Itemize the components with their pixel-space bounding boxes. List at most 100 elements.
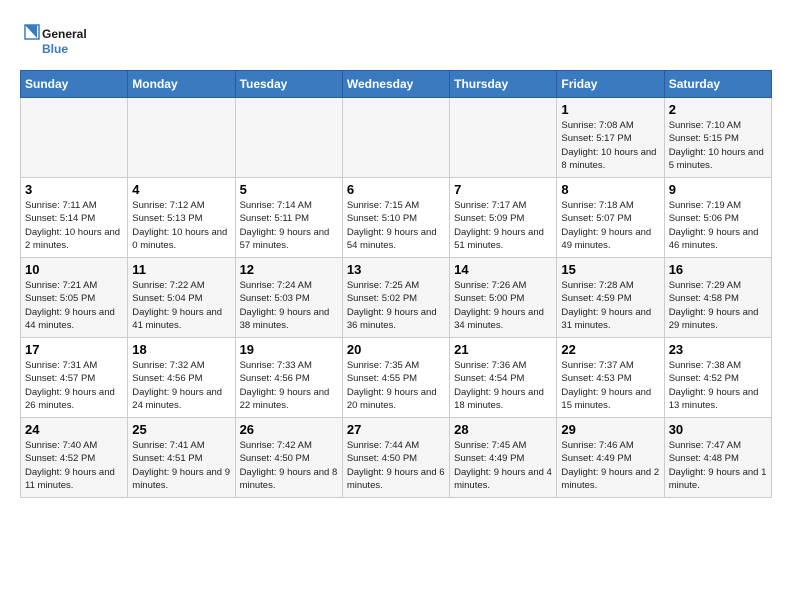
day-info: Sunrise: 7:31 AM Sunset: 4:57 PM Dayligh… — [25, 359, 123, 412]
svg-text:General: General — [42, 27, 87, 41]
day-number: 14 — [454, 262, 552, 277]
day-info: Sunrise: 7:42 AM Sunset: 4:50 PM Dayligh… — [240, 439, 338, 492]
calendar-cell: 26 Sunrise: 7:42 AM Sunset: 4:50 PM Dayli… — [235, 418, 342, 498]
day-number: 2 — [669, 102, 767, 117]
day-info: Sunrise: 7:46 AM Sunset: 4:49 PM Dayligh… — [561, 439, 659, 492]
day-info: Sunrise: 7:17 AM Sunset: 5:09 PM Dayligh… — [454, 199, 552, 252]
day-number: 23 — [669, 342, 767, 357]
logo-svg: General Blue — [20, 20, 100, 60]
day-of-week-header: Tuesday — [235, 71, 342, 98]
day-info: Sunrise: 7:47 AM Sunset: 4:48 PM Dayligh… — [669, 439, 767, 492]
calendar-header-row: SundayMondayTuesdayWednesdayThursdayFrid… — [21, 71, 772, 98]
calendar-cell: 30 Sunrise: 7:47 AM Sunset: 4:48 PM Dayli… — [664, 418, 771, 498]
calendar-cell: 29 Sunrise: 7:46 AM Sunset: 4:49 PM Dayli… — [557, 418, 664, 498]
calendar-cell: 23 Sunrise: 7:38 AM Sunset: 4:52 PM Dayli… — [664, 338, 771, 418]
calendar-cell: 12 Sunrise: 7:24 AM Sunset: 5:03 PM Dayli… — [235, 258, 342, 338]
day-number: 8 — [561, 182, 659, 197]
calendar-cell — [450, 98, 557, 178]
calendar-cell: 16 Sunrise: 7:29 AM Sunset: 4:58 PM Dayli… — [664, 258, 771, 338]
calendar-cell: 13Sunrise: 7:25 AM Sunset: 5:02 PM Dayli… — [342, 258, 449, 338]
day-info: Sunrise: 7:36 AM Sunset: 4:54 PM Dayligh… — [454, 359, 552, 412]
day-of-week-header: Wednesday — [342, 71, 449, 98]
logo: General Blue — [20, 20, 100, 60]
calendar-cell — [235, 98, 342, 178]
calendar-cell — [128, 98, 235, 178]
day-info: Sunrise: 7:24 AM Sunset: 5:03 PM Dayligh… — [240, 279, 338, 332]
calendar-cell: 1 Sunrise: 7:08 AM Sunset: 5:17 PM Daylig… — [557, 98, 664, 178]
calendar-cell: 21 Sunrise: 7:36 AM Sunset: 4:54 PM Dayli… — [450, 338, 557, 418]
day-number: 12 — [240, 262, 338, 277]
day-info: Sunrise: 7:35 AM Sunset: 4:55 PM Dayligh… — [347, 359, 445, 412]
day-info: Sunrise: 7:22 AM Sunset: 5:04 PM Dayligh… — [132, 279, 230, 332]
day-number: 25 — [132, 422, 230, 437]
day-info: Sunrise: 7:40 AM Sunset: 4:52 PM Dayligh… — [25, 439, 123, 492]
calendar-cell: 3 Sunrise: 7:11 AM Sunset: 5:14 PM Daylig… — [21, 178, 128, 258]
day-number: 3 — [25, 182, 123, 197]
day-info: Sunrise: 7:11 AM Sunset: 5:14 PM Dayligh… — [25, 199, 123, 252]
calendar-cell: 7Sunrise: 7:17 AM Sunset: 5:09 PM Daylig… — [450, 178, 557, 258]
day-info: Sunrise: 7:44 AM Sunset: 4:50 PM Dayligh… — [347, 439, 445, 492]
day-number: 22 — [561, 342, 659, 357]
calendar-cell: 24Sunrise: 7:40 AM Sunset: 4:52 PM Dayli… — [21, 418, 128, 498]
day-info: Sunrise: 7:37 AM Sunset: 4:53 PM Dayligh… — [561, 359, 659, 412]
calendar-cell: 9 Sunrise: 7:19 AM Sunset: 5:06 PM Daylig… — [664, 178, 771, 258]
calendar-cell: 28Sunrise: 7:45 AM Sunset: 4:49 PM Dayli… — [450, 418, 557, 498]
calendar-cell: 20 Sunrise: 7:35 AM Sunset: 4:55 PM Dayli… — [342, 338, 449, 418]
day-number: 5 — [240, 182, 338, 197]
calendar-cell: 25 Sunrise: 7:41 AM Sunset: 4:51 PM Dayli… — [128, 418, 235, 498]
day-number: 28 — [454, 422, 552, 437]
day-info: Sunrise: 7:10 AM Sunset: 5:15 PM Dayligh… — [669, 119, 767, 172]
calendar-cell — [342, 98, 449, 178]
day-info: Sunrise: 7:41 AM Sunset: 4:51 PM Dayligh… — [132, 439, 230, 492]
calendar-cell: 2 Sunrise: 7:10 AM Sunset: 5:15 PM Daylig… — [664, 98, 771, 178]
calendar-cell: 11Sunrise: 7:22 AM Sunset: 5:04 PM Dayli… — [128, 258, 235, 338]
day-info: Sunrise: 7:14 AM Sunset: 5:11 PM Dayligh… — [240, 199, 338, 252]
day-of-week-header: Sunday — [21, 71, 128, 98]
day-info: Sunrise: 7:21 AM Sunset: 5:05 PM Dayligh… — [25, 279, 123, 332]
calendar-cell: 19Sunrise: 7:33 AM Sunset: 4:56 PM Dayli… — [235, 338, 342, 418]
day-number: 16 — [669, 262, 767, 277]
day-info: Sunrise: 7:08 AM Sunset: 5:17 PM Dayligh… — [561, 119, 659, 172]
calendar-week-row: 3 Sunrise: 7:11 AM Sunset: 5:14 PM Daylig… — [21, 178, 772, 258]
day-number: 6 — [347, 182, 445, 197]
day-of-week-header: Friday — [557, 71, 664, 98]
day-info: Sunrise: 7:15 AM Sunset: 5:10 PM Dayligh… — [347, 199, 445, 252]
calendar-cell: 17 Sunrise: 7:31 AM Sunset: 4:57 PM Dayli… — [21, 338, 128, 418]
day-number: 19 — [240, 342, 338, 357]
calendar-cell: 4 Sunrise: 7:12 AM Sunset: 5:13 PM Daylig… — [128, 178, 235, 258]
day-number: 4 — [132, 182, 230, 197]
day-of-week-header: Saturday — [664, 71, 771, 98]
day-info: Sunrise: 7:38 AM Sunset: 4:52 PM Dayligh… — [669, 359, 767, 412]
calendar-week-row: 1 Sunrise: 7:08 AM Sunset: 5:17 PM Daylig… — [21, 98, 772, 178]
day-number: 9 — [669, 182, 767, 197]
svg-text:Blue: Blue — [42, 42, 68, 56]
day-number: 17 — [25, 342, 123, 357]
day-number: 29 — [561, 422, 659, 437]
calendar-cell — [21, 98, 128, 178]
calendar-cell: 8 Sunrise: 7:18 AM Sunset: 5:07 PM Daylig… — [557, 178, 664, 258]
day-number: 21 — [454, 342, 552, 357]
day-info: Sunrise: 7:12 AM Sunset: 5:13 PM Dayligh… — [132, 199, 230, 252]
day-info: Sunrise: 7:29 AM Sunset: 4:58 PM Dayligh… — [669, 279, 767, 332]
calendar-week-row: 10 Sunrise: 7:21 AM Sunset: 5:05 PM Dayli… — [21, 258, 772, 338]
day-number: 10 — [25, 262, 123, 277]
calendar-cell: 27Sunrise: 7:44 AM Sunset: 4:50 PM Dayli… — [342, 418, 449, 498]
calendar-cell: 5 Sunrise: 7:14 AM Sunset: 5:11 PM Daylig… — [235, 178, 342, 258]
day-number: 20 — [347, 342, 445, 357]
calendar-week-row: 24Sunrise: 7:40 AM Sunset: 4:52 PM Dayli… — [21, 418, 772, 498]
day-of-week-header: Monday — [128, 71, 235, 98]
calendar-table: SundayMondayTuesdayWednesdayThursdayFrid… — [20, 70, 772, 498]
header: General Blue — [20, 20, 772, 60]
day-info: Sunrise: 7:19 AM Sunset: 5:06 PM Dayligh… — [669, 199, 767, 252]
day-number: 1 — [561, 102, 659, 117]
day-number: 30 — [669, 422, 767, 437]
day-info: Sunrise: 7:32 AM Sunset: 4:56 PM Dayligh… — [132, 359, 230, 412]
day-number: 26 — [240, 422, 338, 437]
calendar-cell: 15Sunrise: 7:28 AM Sunset: 4:59 PM Dayli… — [557, 258, 664, 338]
calendar-cell: 6 Sunrise: 7:15 AM Sunset: 5:10 PM Daylig… — [342, 178, 449, 258]
day-number: 18 — [132, 342, 230, 357]
calendar-cell: 22 Sunrise: 7:37 AM Sunset: 4:53 PM Dayli… — [557, 338, 664, 418]
day-info: Sunrise: 7:18 AM Sunset: 5:07 PM Dayligh… — [561, 199, 659, 252]
calendar-cell: 14Sunrise: 7:26 AM Sunset: 5:00 PM Dayli… — [450, 258, 557, 338]
day-of-week-header: Thursday — [450, 71, 557, 98]
